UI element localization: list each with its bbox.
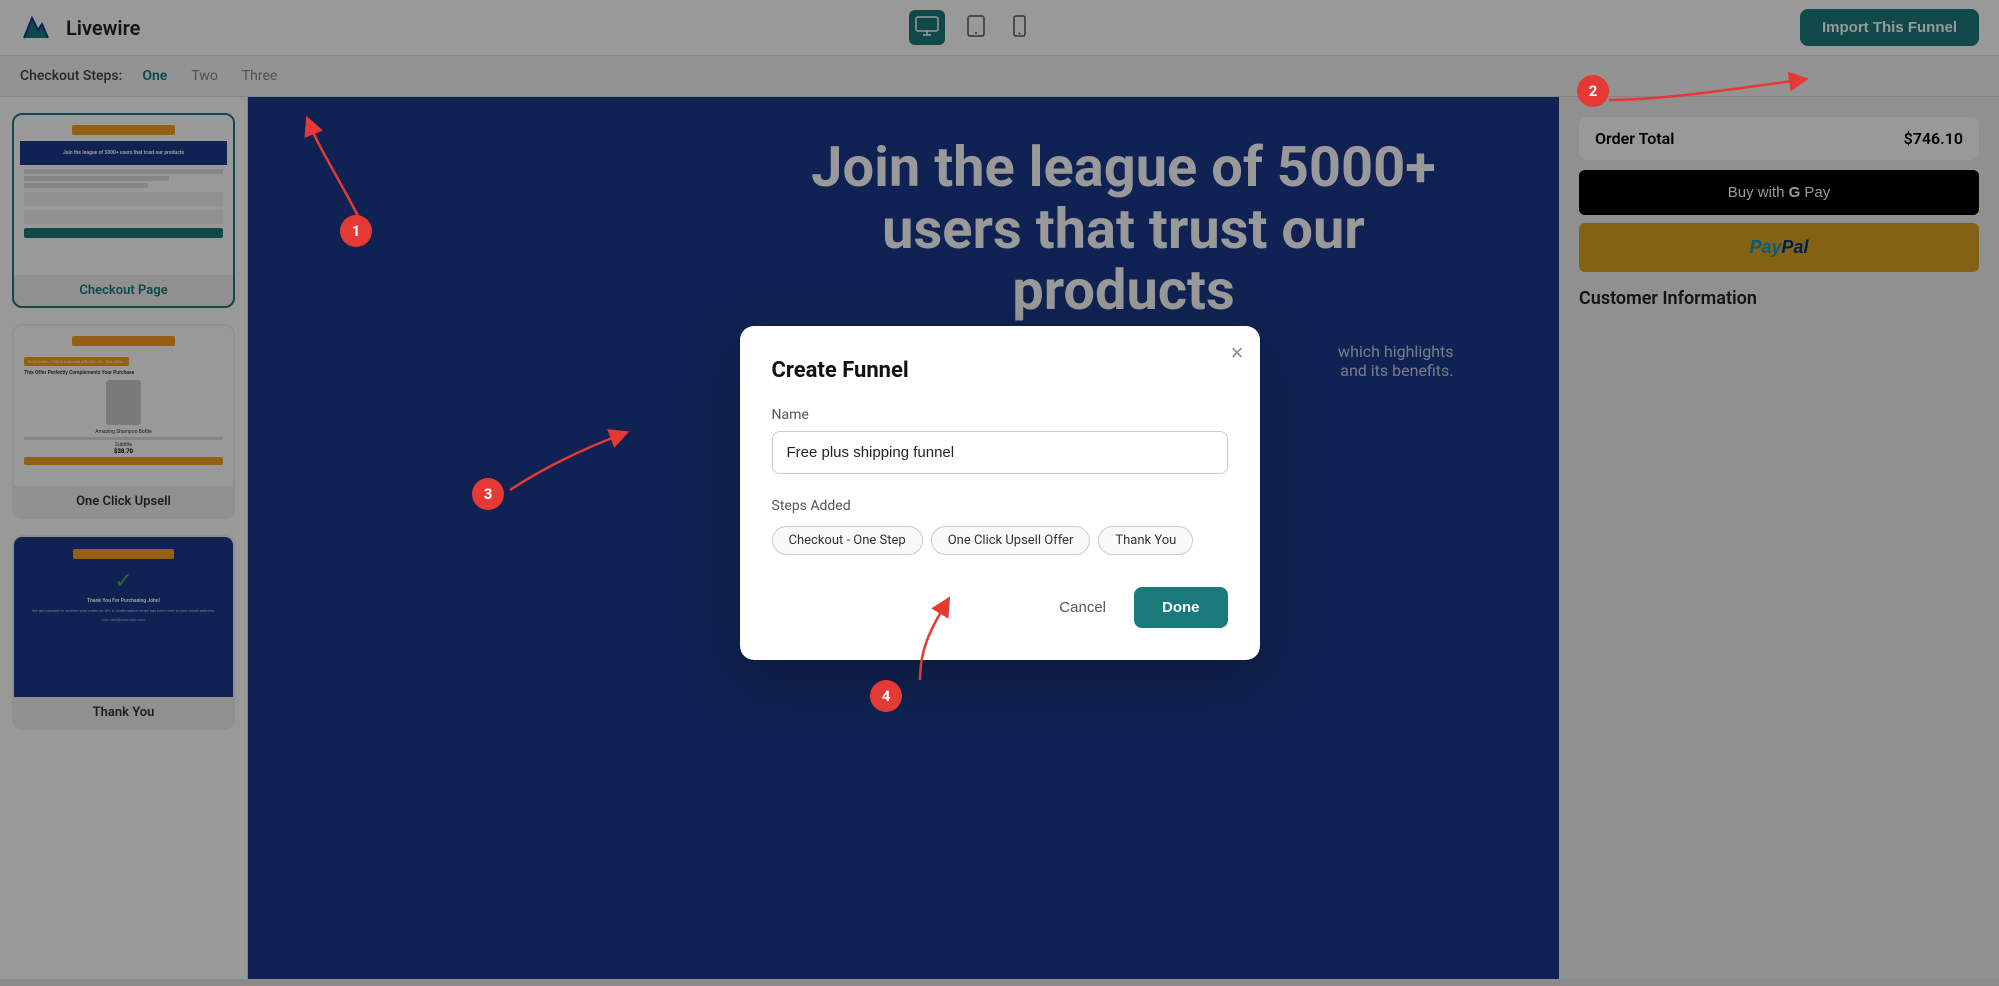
create-funnel-modal: × Create Funnel Name Steps Added Checkou… [740,326,1260,660]
modal-actions: Cancel Done [772,587,1228,628]
done-button[interactable]: Done [1134,587,1228,628]
modal-close-button[interactable]: × [1231,342,1244,364]
steps-chips: Checkout - One Step One Click Upsell Off… [772,526,1228,555]
step-chip-0: Checkout - One Step [772,526,923,555]
step-chip-1: One Click Upsell Offer [931,526,1091,555]
modal-title: Create Funnel [772,358,1228,383]
steps-added-label: Steps Added [772,498,1228,514]
cancel-button[interactable]: Cancel [1043,589,1122,626]
name-label: Name [772,407,1228,423]
modal-overlay[interactable]: × Create Funnel Name Steps Added Checkou… [0,0,1999,986]
step-chip-2: Thank You [1098,526,1193,555]
funnel-name-input[interactable] [772,431,1228,474]
